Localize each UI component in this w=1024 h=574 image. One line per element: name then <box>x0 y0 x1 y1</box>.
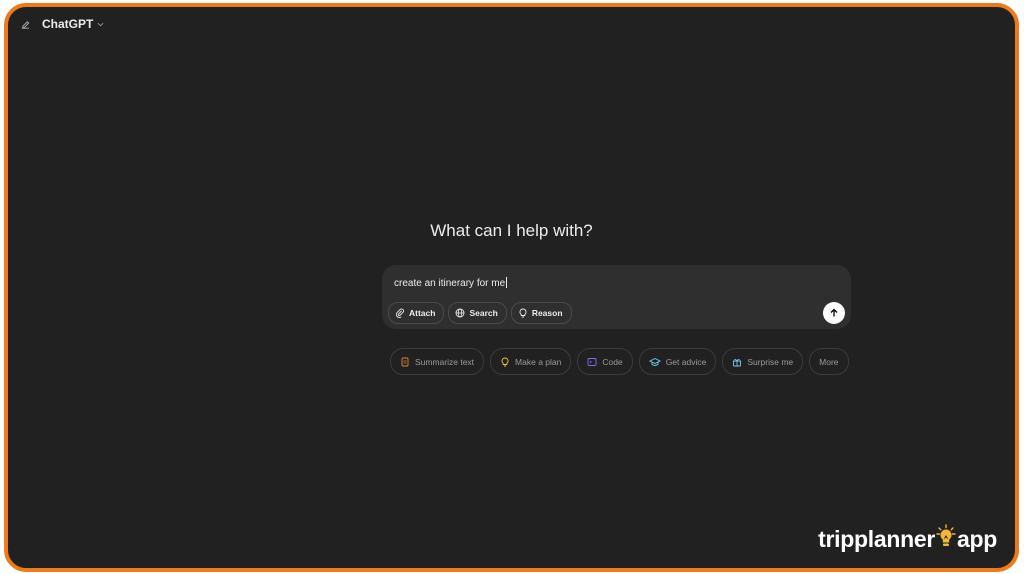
suggestion-chips: Summarize text Make a plan Code Get advi… <box>390 348 849 375</box>
top-bar: ChatGPT <box>18 17 104 31</box>
suggestion-get-advice[interactable]: Get advice <box>638 348 717 375</box>
model-name: ChatGPT <box>42 17 94 31</box>
arrow-up-icon <box>830 308 838 317</box>
attach-button[interactable]: Attach <box>388 302 445 324</box>
watermark-text-left: tripplanner <box>818 525 935 552</box>
globe-icon <box>456 308 465 318</box>
reason-label: Reason <box>531 308 563 318</box>
reason-button[interactable]: Reason <box>510 302 572 324</box>
app-window: ChatGPT What can I help with? create an … <box>4 3 1019 572</box>
composer-tools: Attach Search Reason <box>388 302 572 324</box>
code-icon <box>587 357 597 366</box>
edit-icon[interactable] <box>18 17 32 31</box>
lightbulb-icon <box>501 357 509 366</box>
suggestion-label: Summarize text <box>415 356 475 367</box>
composer: create an itinerary for me Attach Search… <box>382 265 851 329</box>
suggestion-more[interactable]: More <box>809 348 849 375</box>
document-icon <box>401 357 409 366</box>
lightbulb-icon <box>936 524 956 554</box>
suggestion-label: Get advice <box>665 356 707 367</box>
attach-label: Attach <box>409 308 436 318</box>
graduation-cap-icon <box>648 357 661 366</box>
gift-icon <box>733 358 742 366</box>
prompt-input-value: create an itinerary for me <box>394 278 506 289</box>
watermark-text-right: app <box>957 525 997 552</box>
suggestion-label: More <box>819 356 839 367</box>
suggestion-code[interactable]: Code <box>577 348 633 375</box>
tripplanner-watermark: tripplanner app <box>818 524 997 554</box>
text-caret <box>506 277 508 288</box>
search-label: Search <box>469 308 498 318</box>
model-selector[interactable]: ChatGPT <box>42 17 104 31</box>
prompt-input[interactable]: create an itinerary for me <box>394 277 508 289</box>
suggestion-surprise-me[interactable]: Surprise me <box>722 348 804 375</box>
page-heading: What can I help with? <box>430 221 593 240</box>
send-button[interactable] <box>823 302 845 324</box>
lightbulb-icon <box>519 308 527 318</box>
suggestion-label: Make a plan <box>515 356 562 367</box>
search-button[interactable]: Search <box>448 302 507 324</box>
suggestion-label: Code <box>602 356 623 367</box>
chevron-down-icon <box>97 19 104 29</box>
suggestion-summarize-text[interactable]: Summarize text <box>390 348 485 375</box>
suggestion-make-a-plan[interactable]: Make a plan <box>490 348 572 375</box>
suggestion-label: Surprise me <box>747 356 794 367</box>
paperclip-icon <box>395 308 404 318</box>
